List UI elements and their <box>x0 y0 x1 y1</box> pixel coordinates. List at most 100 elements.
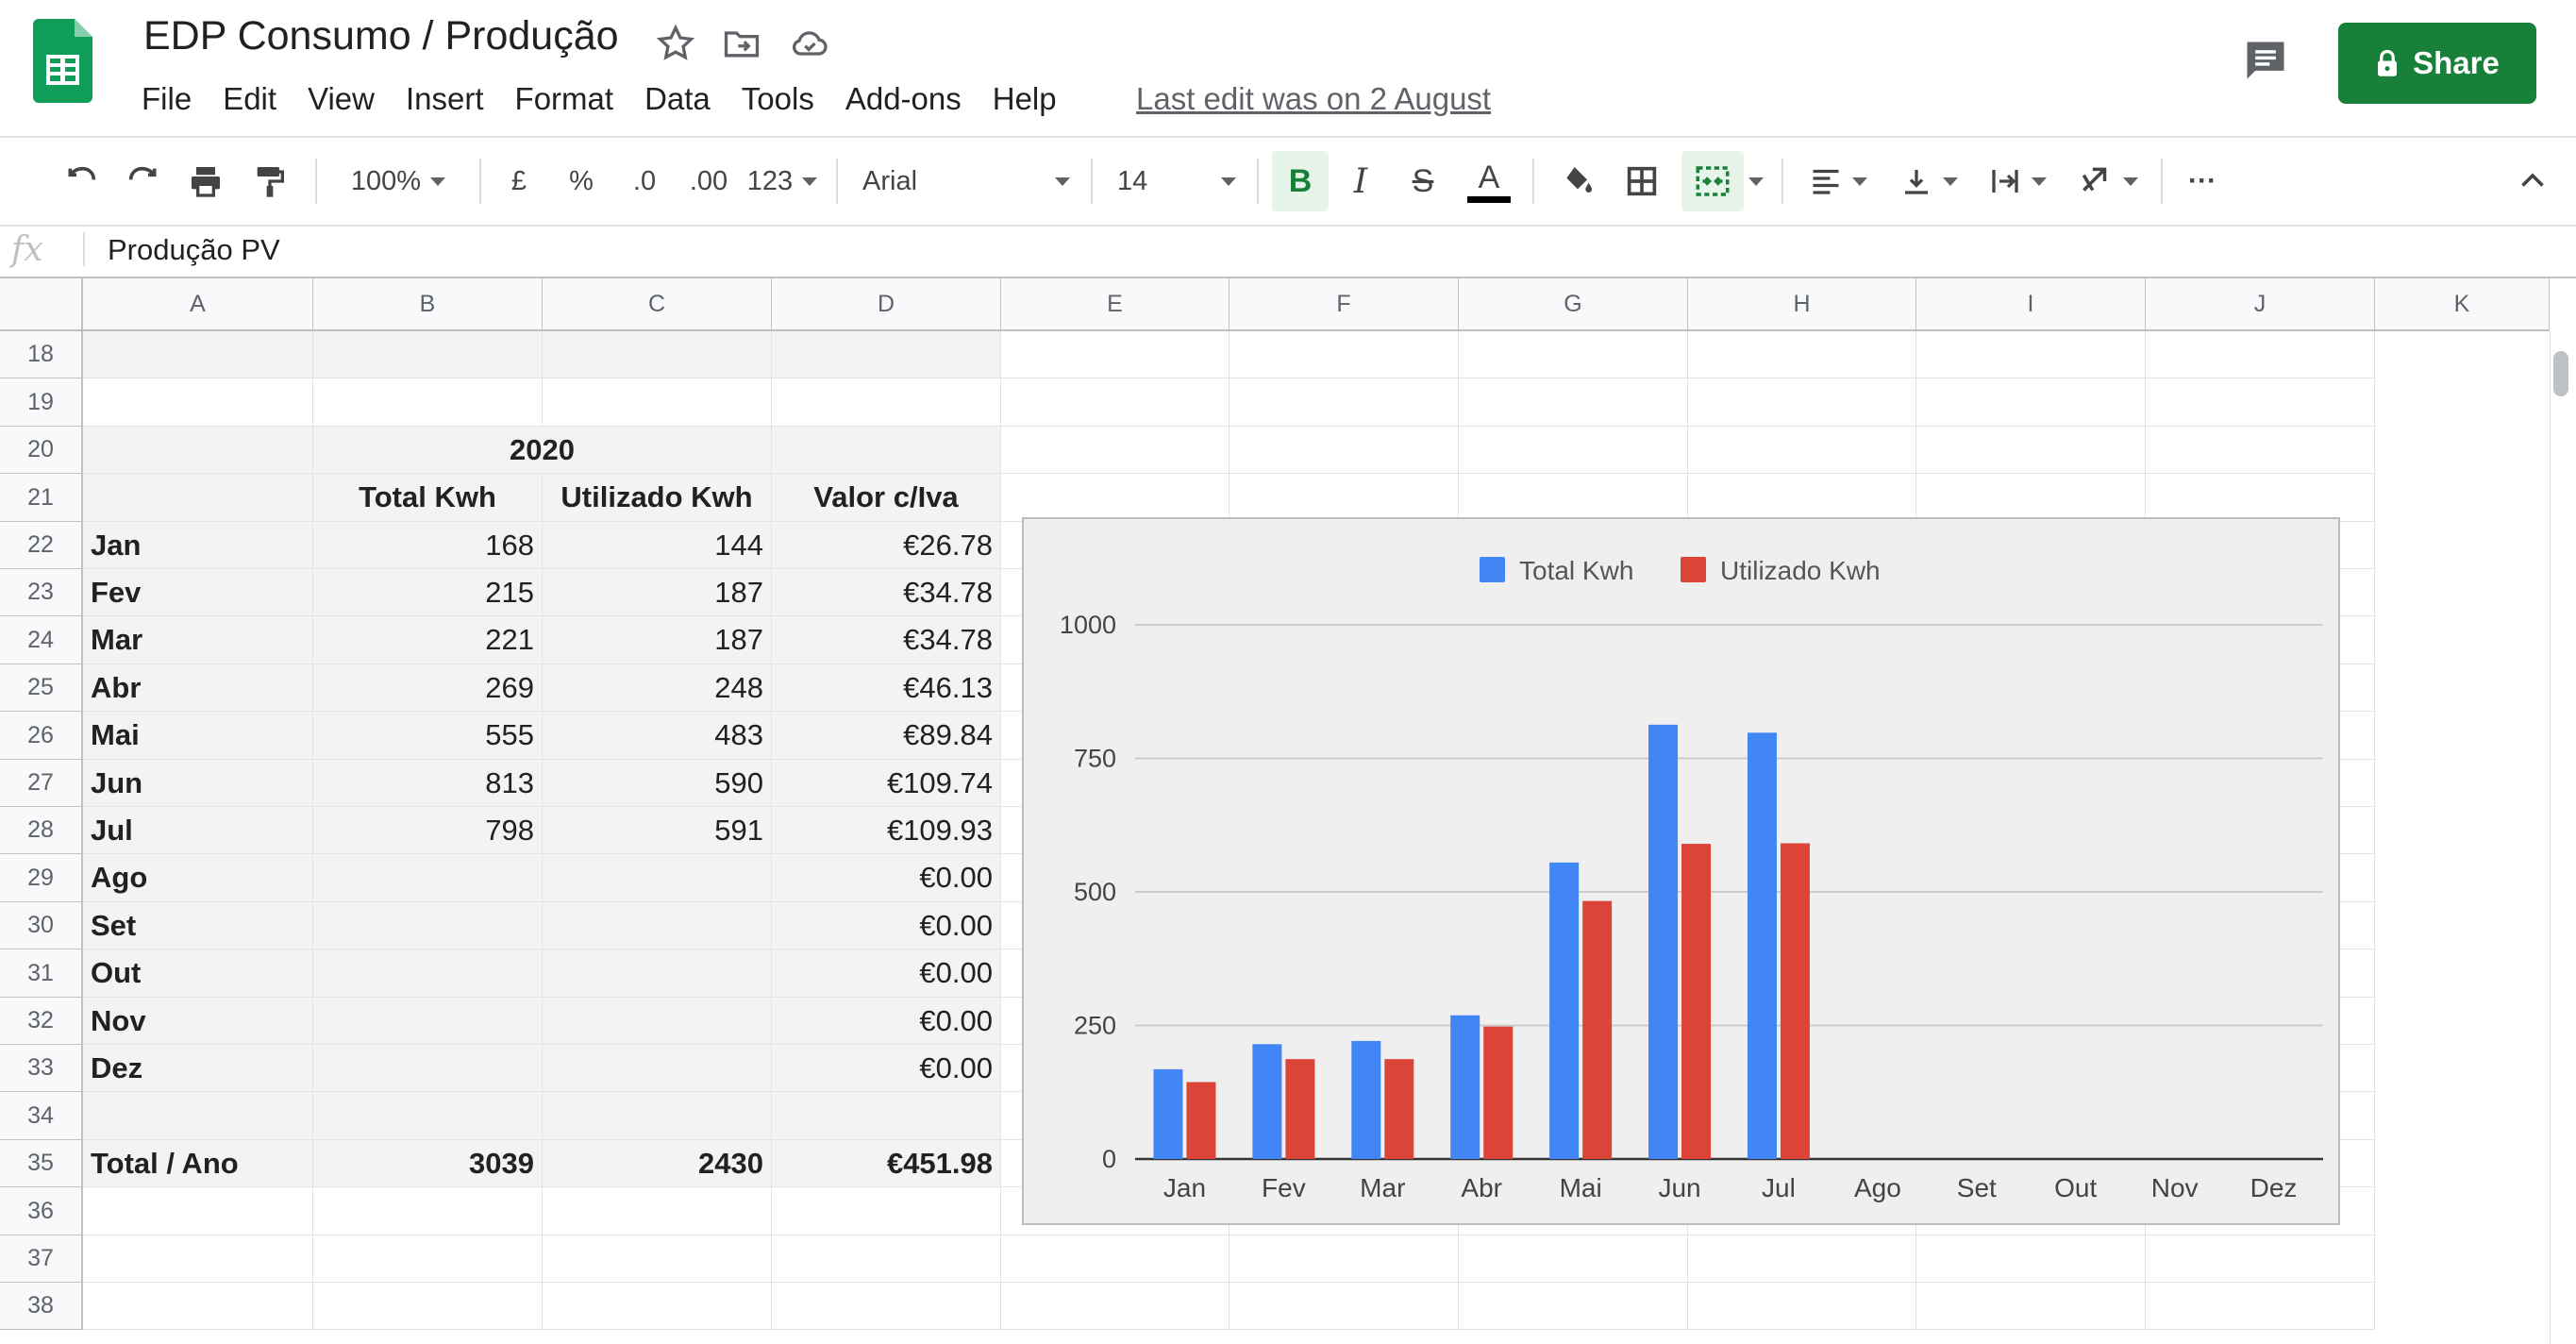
column-header-d[interactable]: D <box>772 278 1001 331</box>
cell-d29[interactable]: €0.00 <box>772 854 1001 902</box>
cell-d27[interactable]: €109.74 <box>772 760 1001 807</box>
row-header-27[interactable]: 27 <box>0 760 83 807</box>
cell-c35[interactable]: 2430 <box>543 1140 772 1187</box>
cell-d30[interactable]: €0.00 <box>772 902 1001 949</box>
cell-c30[interactable] <box>543 902 772 949</box>
more-options-button[interactable]: ··· <box>2176 138 2229 225</box>
cell-d24[interactable]: €34.78 <box>772 616 1001 664</box>
cell-a21[interactable] <box>83 474 313 522</box>
cell-d20[interactable] <box>772 427 1001 474</box>
star-icon[interactable] <box>655 23 696 64</box>
cell-a30[interactable]: Set <box>83 902 313 949</box>
cell-a27[interactable]: Jun <box>83 760 313 807</box>
cell-d22[interactable]: €26.78 <box>772 522 1001 569</box>
row-header-31[interactable]: 31 <box>0 949 83 998</box>
merge-cells-icon[interactable] <box>1681 151 1744 211</box>
font-size-select[interactable]: 14 <box>1108 138 1246 225</box>
menu-view[interactable]: View <box>308 81 375 117</box>
row-header-29[interactable]: 29 <box>0 854 83 902</box>
strikethrough-button[interactable]: S <box>1400 138 1446 225</box>
horizontal-align-icon[interactable] <box>1802 138 1874 225</box>
menu-insert[interactable]: Insert <box>406 81 484 117</box>
font-family-select[interactable]: Arial <box>853 138 1079 225</box>
column-header-a[interactable]: A <box>83 278 313 331</box>
text-wrapping-icon[interactable] <box>1982 138 2053 225</box>
cell-a35[interactable]: Total / Ano <box>83 1140 313 1187</box>
document-title[interactable]: EDP Consumo / Produção <box>143 13 619 59</box>
cell-e20[interactable] <box>1001 427 1229 474</box>
cell-a34[interactable] <box>83 1092 313 1140</box>
cell-d32[interactable]: €0.00 <box>772 998 1001 1045</box>
cell-b38[interactable] <box>313 1283 543 1330</box>
cell-j38[interactable] <box>2146 1283 2375 1330</box>
cell-h21[interactable] <box>1688 474 1916 522</box>
merge-options-chevron-icon[interactable] <box>1744 138 1768 225</box>
cell-d26[interactable]: €89.84 <box>772 712 1001 760</box>
undo-icon[interactable] <box>55 138 108 225</box>
cell-a32[interactable]: Nov <box>83 998 313 1045</box>
cell-c32[interactable] <box>543 998 772 1045</box>
last-edit-link[interactable]: Last edit was on 2 August <box>1136 81 1491 117</box>
cell-g20[interactable] <box>1459 427 1688 474</box>
row-header-36[interactable]: 36 <box>0 1187 83 1235</box>
cell-f21[interactable] <box>1229 474 1459 522</box>
cell-d37[interactable] <box>772 1235 1001 1283</box>
cell-a25[interactable]: Abr <box>83 664 313 712</box>
column-header-c[interactable]: C <box>543 278 772 331</box>
cell-b36[interactable] <box>313 1187 543 1235</box>
bold-button[interactable]: B <box>1272 151 1329 211</box>
cell-a19[interactable] <box>83 378 313 427</box>
column-header-k[interactable]: K <box>2375 278 2550 331</box>
row-header-32[interactable]: 32 <box>0 998 83 1045</box>
cell-b23[interactable]: 215 <box>313 569 543 616</box>
currency-format-button[interactable]: £ <box>496 138 542 225</box>
cell-c26[interactable]: 483 <box>543 712 772 760</box>
cell-a20[interactable] <box>83 427 313 474</box>
column-header-i[interactable]: I <box>1916 278 2146 331</box>
menu-tools[interactable]: Tools <box>742 81 814 117</box>
menu-help[interactable]: Help <box>993 81 1057 117</box>
cell-c24[interactable]: 187 <box>543 616 772 664</box>
more-formats-select[interactable]: 123 <box>740 138 825 225</box>
cell-c18[interactable] <box>543 331 772 378</box>
cell-a22[interactable]: Jan <box>83 522 313 569</box>
cell-j19[interactable] <box>2146 378 2375 427</box>
zoom-select[interactable]: 100% <box>332 138 464 225</box>
menu-file[interactable]: File <box>142 81 192 117</box>
cell-d35[interactable]: €451.98 <box>772 1140 1001 1187</box>
cell-b24[interactable]: 221 <box>313 616 543 664</box>
cell-j37[interactable] <box>2146 1235 2375 1283</box>
column-header-h[interactable]: H <box>1688 278 1916 331</box>
cell-g37[interactable] <box>1459 1235 1688 1283</box>
cell-c25[interactable]: 248 <box>543 664 772 712</box>
cell-b18[interactable] <box>313 331 543 378</box>
column-header-e[interactable]: E <box>1001 278 1229 331</box>
cell-a23[interactable]: Fev <box>83 569 313 616</box>
vertical-scrollbar-thumb[interactable] <box>2553 351 2568 396</box>
cell-a31[interactable]: Out <box>83 949 313 998</box>
cell-a37[interactable] <box>83 1235 313 1283</box>
cell-b33[interactable] <box>313 1045 543 1092</box>
cell-f19[interactable] <box>1229 378 1459 427</box>
comments-icon[interactable] <box>2241 36 2290 85</box>
cell-i20[interactable] <box>1916 427 2146 474</box>
cell-d18[interactable] <box>772 331 1001 378</box>
cell-b37[interactable] <box>313 1235 543 1283</box>
cell-d21[interactable]: Valor c/Iva <box>772 474 1001 522</box>
cell-d36[interactable] <box>772 1187 1001 1235</box>
cell-a24[interactable]: Mar <box>83 616 313 664</box>
row-header-28[interactable]: 28 <box>0 807 83 854</box>
cell-c31[interactable] <box>543 949 772 998</box>
cell-c19[interactable] <box>543 378 772 427</box>
row-header-25[interactable]: 25 <box>0 664 83 712</box>
cell-e37[interactable] <box>1001 1235 1229 1283</box>
borders-icon[interactable] <box>1615 138 1668 225</box>
cell-b32[interactable] <box>313 998 543 1045</box>
text-color-button[interactable]: A <box>1463 138 1515 225</box>
row-header-26[interactable]: 26 <box>0 712 83 760</box>
cloud-saved-icon[interactable] <box>789 23 830 64</box>
move-to-folder-icon[interactable] <box>721 23 762 64</box>
cell-a18[interactable] <box>83 331 313 378</box>
increase-decimal-button[interactable]: .00 <box>677 138 740 225</box>
decrease-decimal-button[interactable]: .0 <box>619 138 670 225</box>
